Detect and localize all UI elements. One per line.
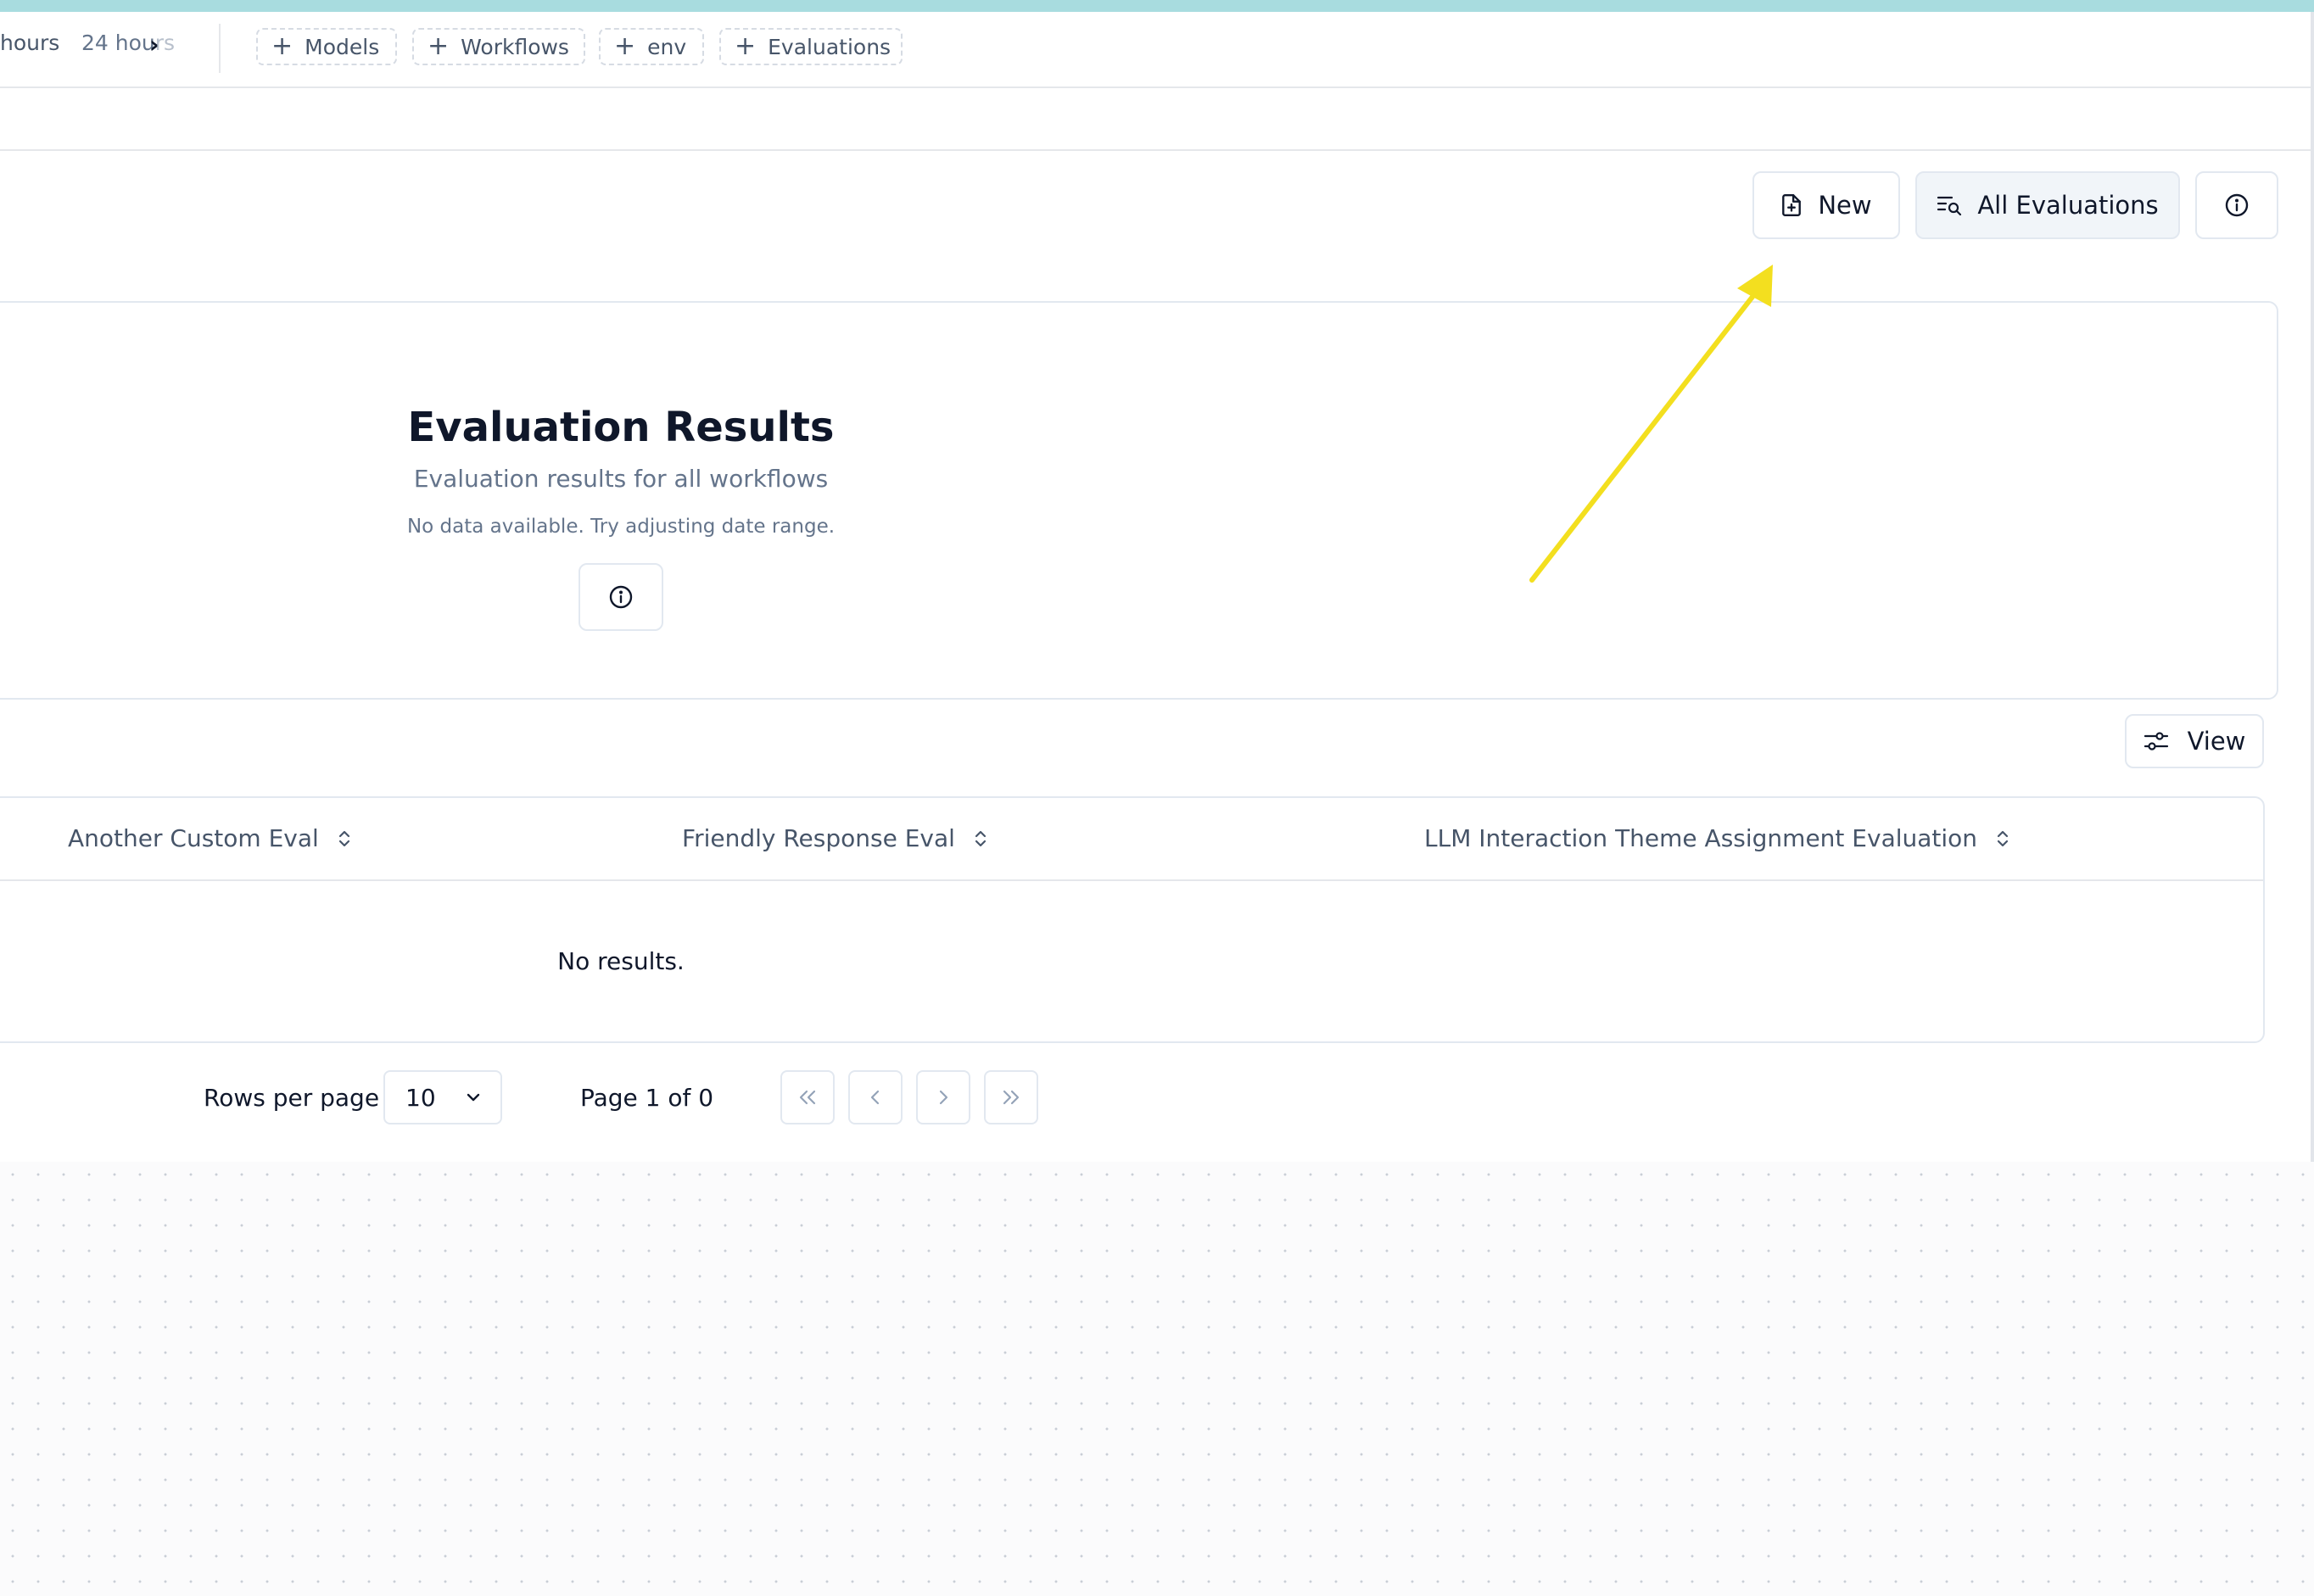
rows-per-page-value: 10 bbox=[405, 1083, 436, 1112]
chevron-left-icon bbox=[868, 1088, 883, 1107]
column-header-label: Friendly Response Eval bbox=[682, 824, 955, 852]
view-label: View bbox=[2187, 727, 2246, 756]
chevrons-right-icon bbox=[1000, 1088, 1022, 1107]
previous-page-button[interactable] bbox=[848, 1070, 903, 1124]
next-page-button[interactable] bbox=[916, 1070, 970, 1124]
chevron-right-icon bbox=[936, 1088, 951, 1107]
column-header-label: Another Custom Eval bbox=[68, 824, 319, 852]
view-options-button[interactable]: View bbox=[2125, 714, 2264, 768]
sort-icon bbox=[974, 828, 987, 850]
dotted-canvas-background bbox=[0, 1162, 2314, 1596]
last-page-button[interactable] bbox=[984, 1070, 1038, 1124]
sort-icon bbox=[1996, 828, 2009, 850]
sliders-icon bbox=[2144, 730, 2169, 752]
chevrons-left-icon bbox=[796, 1088, 819, 1107]
rows-per-page-select[interactable]: 10 bbox=[383, 1070, 502, 1124]
chevron-down-icon bbox=[465, 1091, 482, 1103]
column-header-another-custom-eval[interactable]: Another Custom Eval bbox=[68, 824, 351, 852]
rows-per-page-label: Rows per page bbox=[204, 1084, 380, 1112]
column-header-label: LLM Interaction Theme Assignment Evaluat… bbox=[1424, 824, 1978, 852]
table-empty-message: No results. bbox=[557, 947, 685, 975]
page-indicator: Page 1 of 0 bbox=[580, 1084, 714, 1112]
sort-icon bbox=[338, 828, 351, 850]
column-header-friendly-response-eval[interactable]: Friendly Response Eval bbox=[682, 824, 987, 852]
column-header-llm-interaction-theme-assignment[interactable]: LLM Interaction Theme Assignment Evaluat… bbox=[1424, 824, 2009, 852]
first-page-button[interactable] bbox=[780, 1070, 835, 1124]
table-header-divider bbox=[0, 879, 2263, 881]
